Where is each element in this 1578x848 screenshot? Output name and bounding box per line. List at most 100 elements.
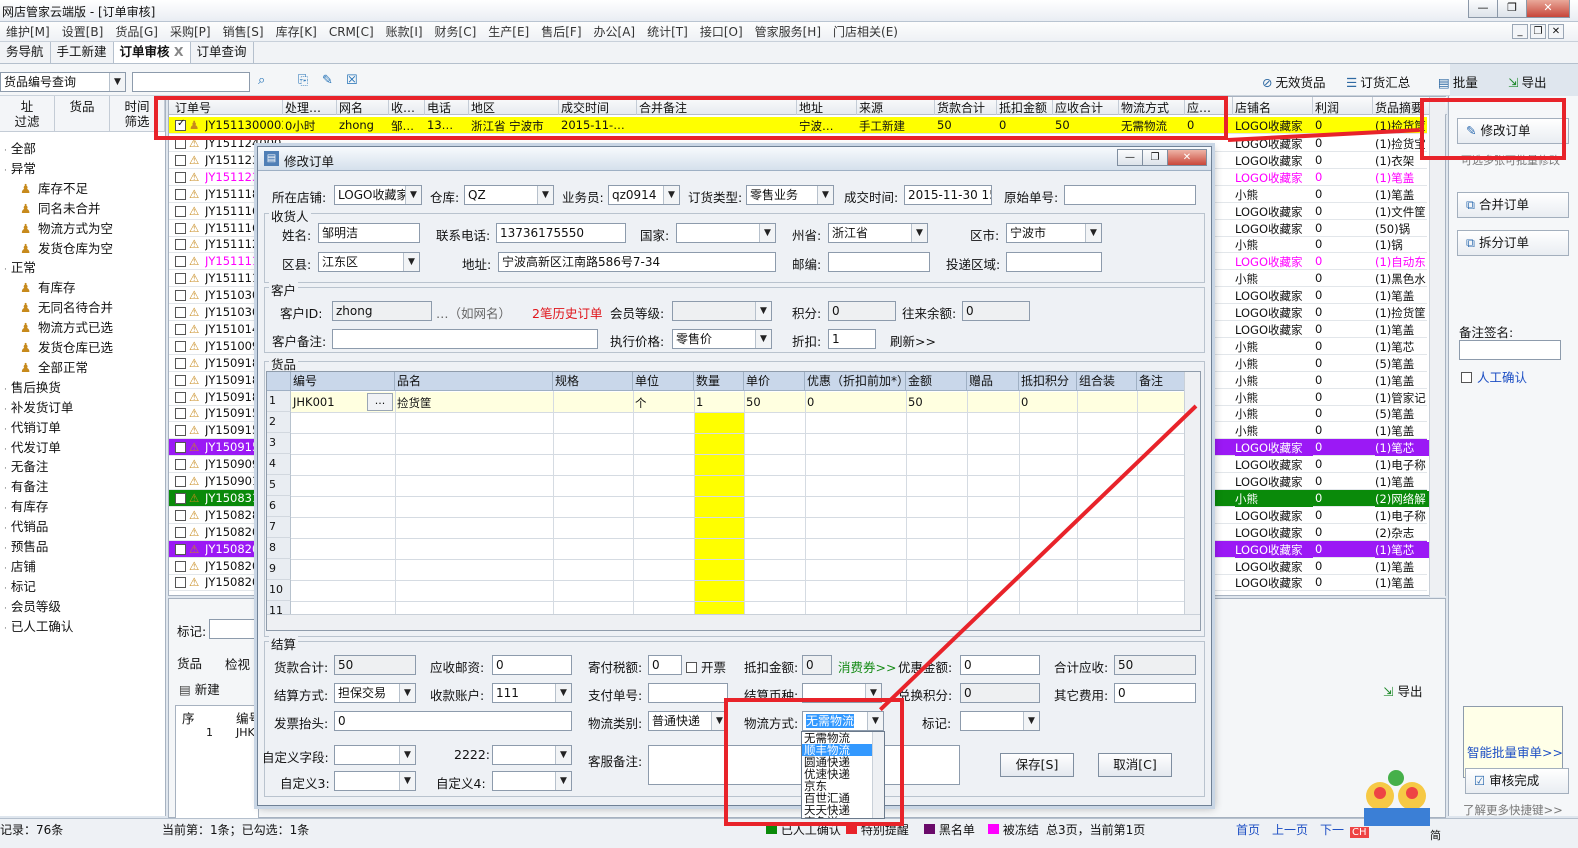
menu-item[interactable]: 维护[M] bbox=[0, 23, 56, 40]
account-select[interactable]: 111 ▼ bbox=[492, 683, 572, 703]
history-orders-link[interactable]: 2笔历史订单 bbox=[532, 303, 602, 322]
filter-item[interactable]: ♟ 发货仓库为空 bbox=[20, 238, 113, 257]
filter-item[interactable]: ♟ 发货仓库已选 bbox=[20, 337, 113, 356]
goods-cell-qty[interactable]: 1 bbox=[696, 395, 703, 409]
deal-time-input[interactable]: 2015-11-30 15: bbox=[904, 185, 992, 205]
manual-confirm-box[interactable] bbox=[1461, 372, 1472, 383]
row-checkbox[interactable] bbox=[175, 205, 186, 217]
filter-tab-address[interactable]: 址过滤 bbox=[0, 96, 55, 131]
row-checkbox[interactable] bbox=[175, 408, 186, 420]
salesman-select[interactable]: qz0914 ▼ bbox=[608, 185, 680, 205]
mark-select[interactable]: ▼ bbox=[960, 711, 1040, 731]
row-checkbox[interactable] bbox=[175, 526, 186, 538]
goods-cell-amount[interactable]: 50 bbox=[908, 395, 923, 409]
province-select[interactable]: 浙江省 ▼ bbox=[828, 223, 928, 243]
goods-col-header[interactable]: 编号 bbox=[291, 372, 395, 391]
order-type-select[interactable]: 零售业务 ▼ bbox=[746, 185, 834, 205]
tab-order-audit[interactable]: 订单审核 X bbox=[113, 42, 191, 63]
district-select[interactable]: 江东区 ▼ bbox=[318, 252, 420, 272]
mdi-restore-button[interactable]: ❐ bbox=[1530, 24, 1546, 39]
cancel-button[interactable]: 取消[C] bbox=[1098, 753, 1172, 777]
remark-sign-input[interactable] bbox=[1459, 340, 1561, 360]
tab-close-icon[interactable]: X bbox=[174, 44, 184, 59]
order-summary-button[interactable]: ☰ 订货汇总 bbox=[1346, 72, 1410, 91]
row-checkbox[interactable] bbox=[175, 476, 186, 487]
row-checkbox[interactable] bbox=[175, 256, 186, 268]
phone-input[interactable]: 13736175550 bbox=[496, 223, 626, 243]
filter-item[interactable]: · 无备注 bbox=[4, 456, 48, 475]
merge-order-button[interactable]: ⧉ 合并订单 bbox=[1457, 192, 1569, 218]
warehouse-select[interactable]: QZ ▼ bbox=[464, 185, 554, 205]
export-button[interactable]: ⇲ 导出 bbox=[1508, 72, 1547, 91]
goods-cell-price[interactable]: 50 bbox=[746, 395, 761, 409]
goods-cell-name[interactable]: 捡货筐 bbox=[397, 395, 432, 411]
row-checkbox[interactable] bbox=[175, 307, 186, 318]
settle-method-select[interactable]: 担保交易 ▼ bbox=[334, 683, 416, 703]
row-checkbox[interactable] bbox=[175, 340, 186, 352]
goods-cell-discount[interactable]: 0 bbox=[807, 395, 814, 409]
address-input[interactable]: 宁波高新区江南路586号7-34 bbox=[498, 252, 776, 272]
shop-select[interactable]: LOGO收藏家 ▼ bbox=[334, 185, 422, 205]
invoice-checkbox[interactable]: 开票 bbox=[686, 657, 726, 676]
close-window-button[interactable]: ✕ bbox=[1526, 0, 1570, 18]
goods-cell-unit[interactable]: 个 bbox=[635, 395, 647, 411]
goods-horizontal-scrollbar[interactable] bbox=[267, 614, 1200, 630]
refresh-link[interactable]: 刷新>> bbox=[890, 331, 936, 350]
menu-item[interactable]: 库存[K] bbox=[270, 23, 323, 40]
row-checkbox[interactable] bbox=[175, 374, 186, 386]
goods-cell-code[interactable]: JHK001 bbox=[293, 395, 335, 409]
discount-amount-input[interactable]: 0 bbox=[960, 655, 1040, 675]
pay-no-input[interactable] bbox=[648, 683, 728, 703]
country-select[interactable]: ▼ bbox=[676, 223, 776, 243]
goods-col-header[interactable]: 备注 bbox=[1137, 372, 1186, 391]
postage-input[interactable]: 0 bbox=[492, 655, 572, 675]
member-level-select[interactable]: ▼ bbox=[672, 301, 772, 321]
field-2222-select[interactable]: ▼ bbox=[492, 745, 572, 765]
maximize-button[interactable]: ❐ bbox=[1497, 0, 1527, 18]
grid-col-header[interactable]: 店铺名 bbox=[1235, 99, 1313, 116]
search-input[interactable] bbox=[132, 72, 250, 92]
logistics-type-select[interactable]: 普通快递 ▼ bbox=[648, 711, 728, 731]
discount-input[interactable]: 1 bbox=[828, 329, 876, 349]
filter-item[interactable]: ♟ 全部正常 bbox=[20, 357, 88, 376]
row-checkbox[interactable] bbox=[175, 492, 186, 504]
row-checkbox[interactable] bbox=[175, 391, 186, 403]
filter-item[interactable]: ♟ 物流方式为空 bbox=[20, 218, 113, 237]
grid-col-header[interactable]: 利润 bbox=[1315, 99, 1373, 116]
menu-item[interactable]: 管家服务[H] bbox=[749, 23, 827, 40]
menu-item[interactable]: 采购[P] bbox=[164, 23, 217, 40]
menu-item[interactable]: 设置[B] bbox=[56, 23, 110, 40]
new-detail-button[interactable]: ▤ 新建 bbox=[179, 679, 220, 698]
row-checkbox[interactable] bbox=[175, 425, 186, 437]
prev-page-link[interactable]: 上一页 bbox=[1272, 821, 1308, 838]
filter-item[interactable]: · 正常 bbox=[4, 257, 36, 276]
custom4-select[interactable]: ▼ bbox=[492, 771, 572, 791]
goods-col-header[interactable]: 单价 bbox=[744, 372, 805, 391]
row-checkbox[interactable] bbox=[175, 290, 186, 302]
city-select[interactable]: 宁波市 ▼ bbox=[1006, 223, 1102, 243]
tax-input[interactable]: 0 bbox=[648, 655, 682, 675]
customer-remark-input[interactable] bbox=[332, 329, 598, 349]
filter-item[interactable]: · 代销品 bbox=[4, 516, 48, 535]
ime-indicator[interactable]: CH bbox=[1350, 827, 1369, 838]
balance-input[interactable]: 0 bbox=[962, 301, 1030, 321]
row-checkbox[interactable] bbox=[175, 273, 186, 285]
goods-col-header[interactable]: 数量 bbox=[694, 372, 744, 391]
name-input[interactable]: 邹明洁 bbox=[318, 223, 420, 243]
menu-item[interactable]: 账款[I] bbox=[380, 23, 429, 40]
row-checkbox[interactable] bbox=[175, 188, 186, 200]
tab-navigation[interactable]: 务导航 bbox=[0, 42, 51, 63]
add-doc-icon[interactable]: ⎘ bbox=[298, 73, 308, 88]
delivery-area-input[interactable] bbox=[1006, 252, 1102, 272]
audit-done-button[interactable]: ☑ 审核完成 bbox=[1465, 768, 1569, 794]
goods-col-header[interactable]: 单位 bbox=[633, 372, 694, 391]
manual-confirm-checkbox[interactable]: 人工确认 bbox=[1461, 367, 1527, 386]
menu-item[interactable]: 接口[O] bbox=[694, 23, 749, 40]
batch-button[interactable]: ▤ 批量 bbox=[1438, 72, 1478, 91]
row-checkbox[interactable] bbox=[175, 577, 186, 589]
menu-item[interactable]: CRM[C] bbox=[323, 25, 380, 39]
tab-manual-new[interactable]: 手工新建 bbox=[51, 42, 114, 63]
tab-inspect[interactable]: 检视 bbox=[225, 654, 250, 673]
menu-item[interactable]: 财务[C] bbox=[429, 23, 483, 40]
filter-item[interactable]: · 标记 bbox=[4, 576, 36, 595]
